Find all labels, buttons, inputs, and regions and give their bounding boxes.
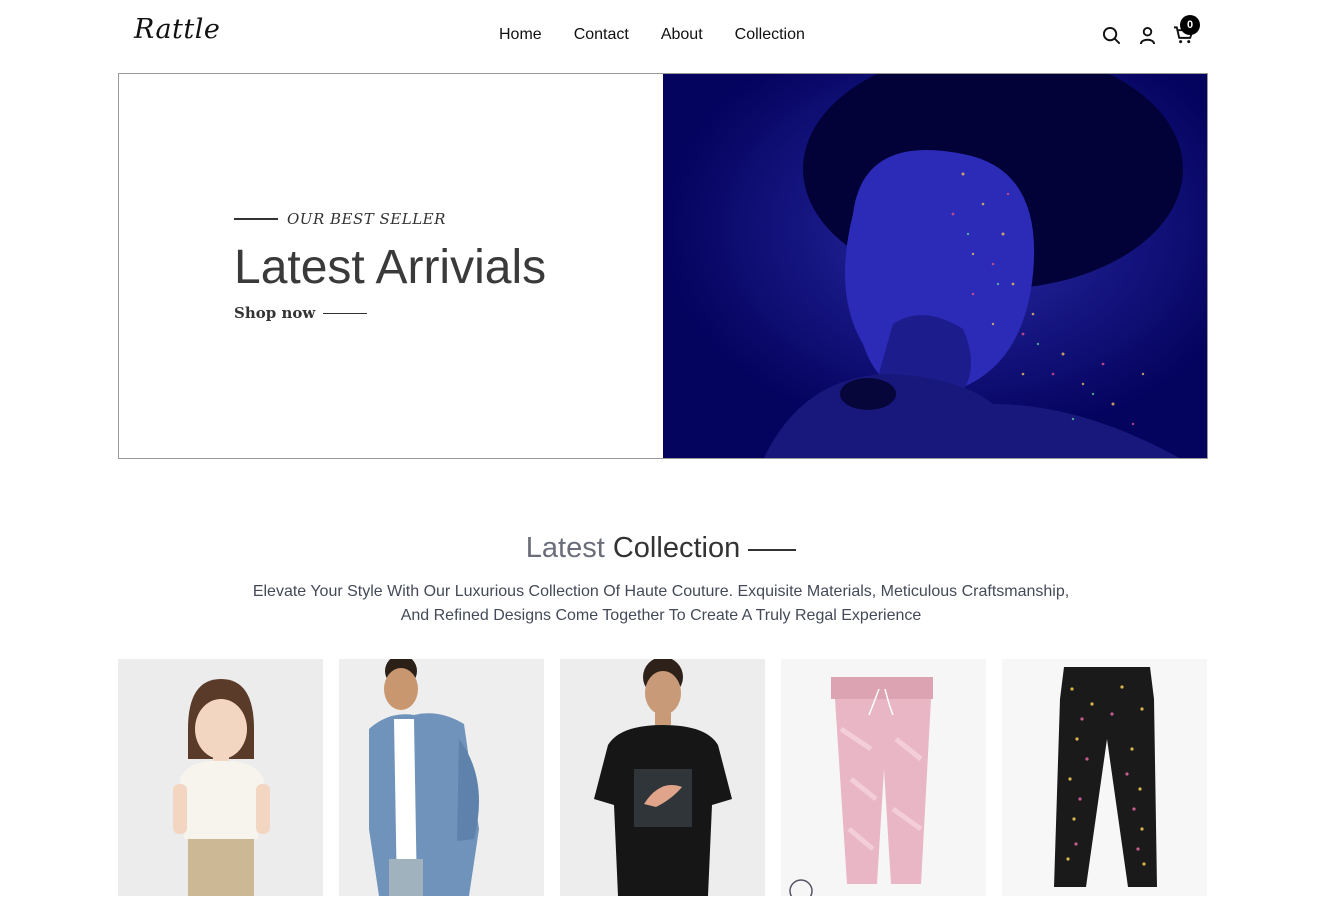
- product-card-pink-joggers[interactable]: [781, 659, 986, 896]
- nav-collection-link[interactable]: Collection: [735, 26, 805, 44]
- collection-description: Elevate Your Style With Our Luxurious Co…: [0, 580, 1322, 628]
- collection-title-dark: Collection: [612, 532, 741, 564]
- collection-description-line1: Elevate Your Style With Our Luxurious Co…: [252, 583, 1070, 600]
- product-image: [118, 659, 323, 896]
- shop-now-label: Shop now: [234, 304, 316, 322]
- product-card-black-tshirt[interactable]: [560, 659, 765, 896]
- collection-title: Latest Collection: [526, 532, 740, 565]
- hero-model-illustration: [663, 74, 1207, 458]
- collection-title-light: Latest: [525, 532, 605, 564]
- hero-eyebrow: OUR BEST SELLER: [234, 210, 446, 228]
- eyebrow-text: OUR BEST SELLER: [287, 210, 446, 228]
- nav-home-link[interactable]: Home: [499, 26, 542, 44]
- shop-now-link[interactable]: Shop now: [234, 304, 368, 322]
- hero-banner: OUR BEST SELLER Latest Arrivials Shop no…: [118, 73, 1208, 459]
- shop-now-line: [323, 312, 368, 314]
- product-card-denim-jacket[interactable]: [339, 659, 544, 896]
- hero-text-panel: OUR BEST SELLER Latest Arrivials Shop no…: [119, 74, 663, 458]
- collection-heading: Latest Collection: [0, 532, 1322, 565]
- product-image: [781, 659, 986, 896]
- nav-about-link[interactable]: About: [661, 26, 703, 44]
- product-image: [1002, 659, 1207, 896]
- product-image: [560, 659, 765, 896]
- hero-image: [663, 74, 1207, 458]
- eyebrow-line: [234, 218, 278, 220]
- hero-title: Latest Arrivials: [234, 241, 547, 294]
- product-grid: [118, 659, 1207, 896]
- user-icon[interactable]: [1136, 24, 1158, 46]
- search-icon[interactable]: [1100, 24, 1122, 46]
- site-header: Rattle Home Contact About Collection 0: [0, 0, 1322, 72]
- collection-description-line2: And Refined Designs Come Together To Cre…: [400, 607, 922, 624]
- product-image: [339, 659, 544, 896]
- product-card-girl-top[interactable]: [118, 659, 323, 896]
- collection-title-line: [748, 548, 797, 551]
- main-nav: Home Contact About Collection: [499, 26, 805, 44]
- nav-contact-link[interactable]: Contact: [574, 26, 629, 44]
- cart-count-badge: 0: [1180, 15, 1200, 35]
- product-card-dotted-pants[interactable]: [1002, 659, 1207, 896]
- logo[interactable]: Rattle: [134, 14, 220, 45]
